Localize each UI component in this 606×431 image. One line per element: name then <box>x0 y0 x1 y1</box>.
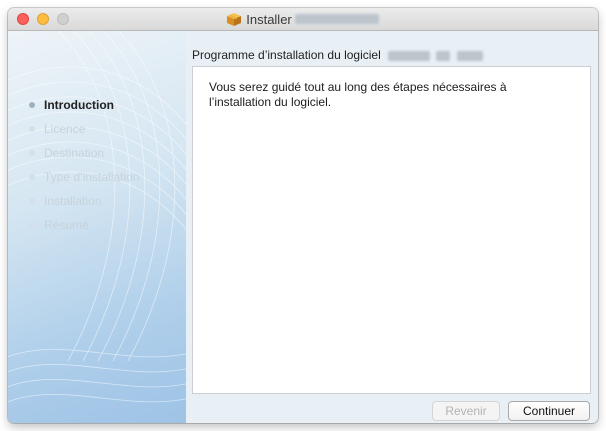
step-label: Introduction <box>44 98 114 112</box>
step-destination: Destination <box>8 145 139 169</box>
step-bullet <box>29 102 35 108</box>
step-label: Résumé <box>44 218 89 232</box>
step-bullet <box>29 174 35 180</box>
step-label: Licence <box>44 122 86 136</box>
main-content-area: Programme d’installation du logiciel Vou… <box>186 31 598 423</box>
step-bullet <box>29 198 35 204</box>
step-summary: Résumé <box>8 217 139 241</box>
window-title: Installer <box>246 11 292 27</box>
redacted-title-text <box>294 14 379 24</box>
page-header: Programme d’installation du logiciel <box>192 48 483 62</box>
step-label: Destination <box>44 146 105 160</box>
step-licence: Licence <box>8 121 139 145</box>
step-bullet <box>29 222 35 228</box>
continue-button[interactable]: Continuer <box>508 401 590 421</box>
step-installation: Installation <box>8 193 139 217</box>
content-panel: Vous serez guidé tout au long des étapes… <box>192 66 591 394</box>
title-bar[interactable]: Installer <box>8 8 598 31</box>
step-installation-type: Type d’installation <box>8 169 139 193</box>
installation-steps: Introduction Licence Destination Type d’… <box>8 97 139 241</box>
step-introduction: Introduction <box>8 97 139 121</box>
step-bullet <box>29 150 35 156</box>
redacted-software-name <box>436 50 451 61</box>
package-icon <box>227 12 242 26</box>
step-label: Type d’installation <box>44 170 140 184</box>
redacted-software-name <box>456 50 483 61</box>
back-button[interactable]: Revenir <box>432 401 500 421</box>
step-bullet <box>29 126 35 132</box>
window-title-group: Installer <box>8 8 598 30</box>
page-header-text: Programme d’installation du logiciel <box>192 48 381 62</box>
redacted-software-name <box>388 50 431 61</box>
step-label: Installation <box>44 194 102 208</box>
sidebar: Introduction Licence Destination Type d’… <box>8 31 186 423</box>
introduction-message: Vous serez guidé tout au long des étapes… <box>209 80 507 109</box>
installer-window: Installer Introduction Licence Destinati… <box>8 8 598 423</box>
